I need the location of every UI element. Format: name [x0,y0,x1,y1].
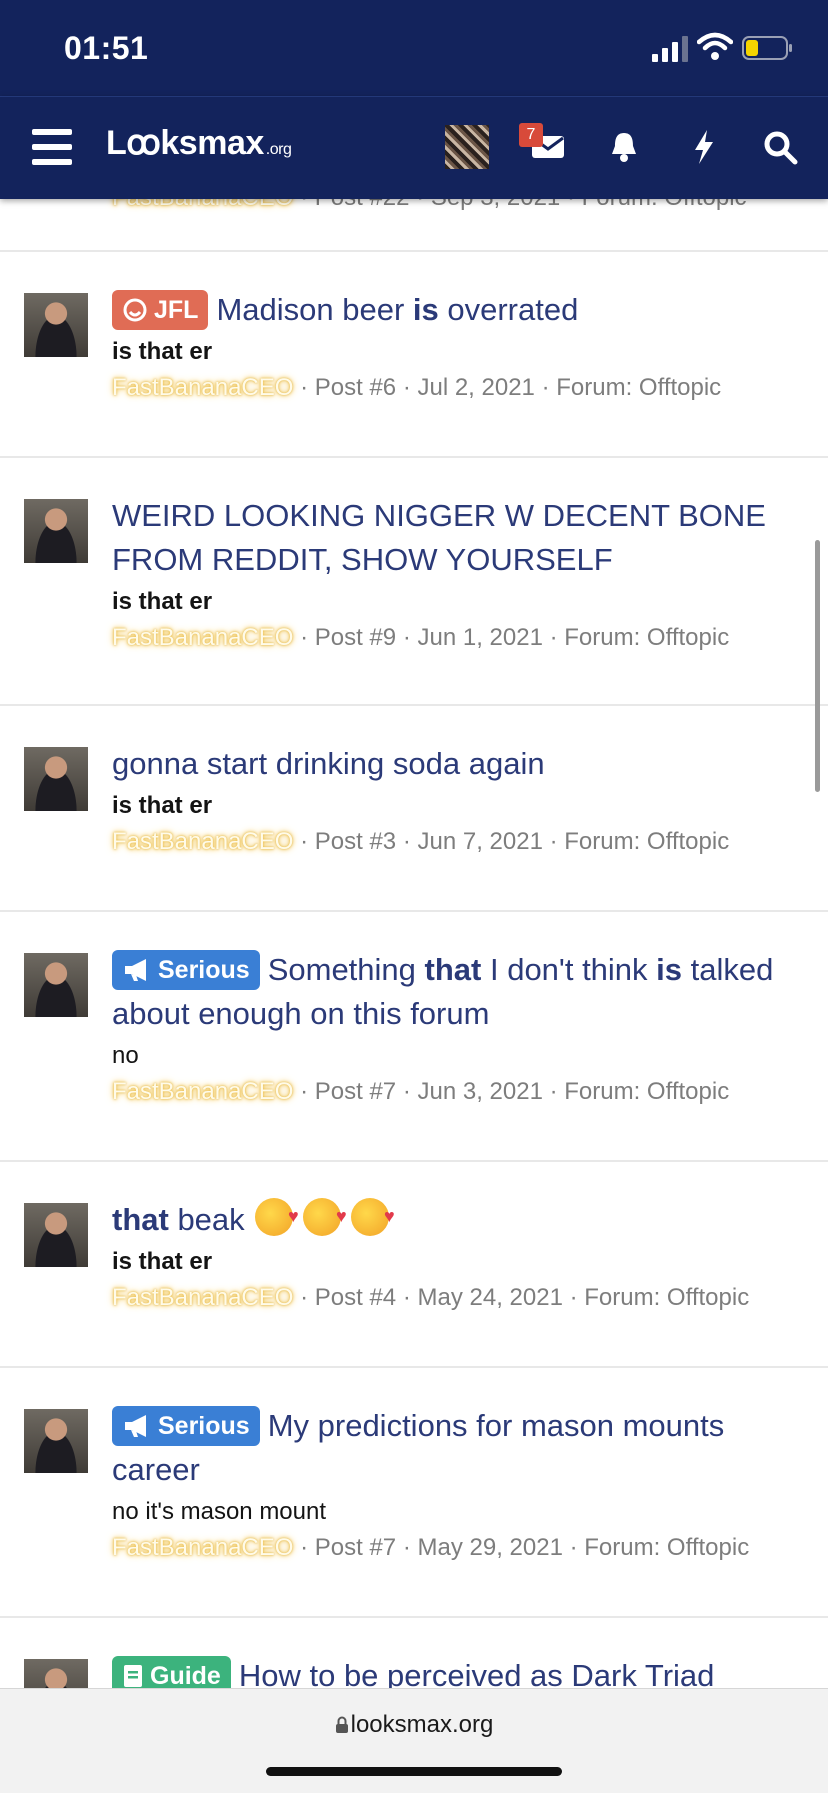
thread-title[interactable]: Serious My predictions for mason mounts c… [112,1404,798,1492]
post-date: Jul 2, 2021 [417,374,535,401]
avatar[interactable] [24,1409,88,1473]
author-link[interactable]: FastBananaCEO [112,1078,293,1105]
post-snippet: is that er [112,338,213,365]
logo-text: Lꝏksmax [106,124,264,162]
thread-title[interactable]: JFL Madison beer is overrated [112,288,798,332]
status-bar: 01:51 [0,0,828,96]
prefix-text: JFL [154,296,199,324]
notification-badge: 7 [519,123,543,147]
post-number[interactable]: Post #6 [315,374,396,401]
list-item[interactable]: that beak is that er FastBananaCEO · Pos… [0,1162,828,1368]
site-header: Lꝏksmax .org 7 [0,96,828,199]
post-snippet: is that er [112,792,213,819]
post-date: Jun 1, 2021 [417,624,543,651]
menu-icon[interactable] [32,129,72,165]
lock-icon [335,1716,348,1733]
author-link[interactable]: FastBananaCEO [112,374,293,401]
wifi-icon [697,32,733,60]
home-indicator[interactable] [266,1767,562,1776]
prefix-text: Guide [150,1662,221,1690]
avatar[interactable] [24,747,88,811]
laugh-icon [123,298,147,322]
list-item[interactable]: Serious Something that I don't think is t… [0,912,828,1162]
forum-link[interactable]: Forum: Offtopic [584,1534,749,1561]
list-item[interactable]: Serious My predictions for mason mounts c… [0,1368,828,1618]
thread-title[interactable]: that beak [112,1194,798,1242]
author-link[interactable]: FastBananaCEO [112,1534,293,1561]
thread-title[interactable]: WEIRD LOOKING NIGGER W DECENT BONE FROM … [112,494,798,582]
forum-link[interactable]: Forum: Offtopic [584,1284,749,1311]
avatar[interactable] [24,499,88,563]
battery-icon [742,36,792,60]
post-number[interactable]: Post #9 [315,624,396,651]
post-number[interactable]: Post #7 [315,1078,396,1105]
forum-link[interactable]: Forum: Offtopic [564,1078,729,1105]
cellular-signal-icon [652,36,688,62]
post-snippet: no it's mason mount [112,1498,327,1525]
post-date: May 24, 2021 [417,1284,563,1311]
author-link[interactable]: FastBananaCEO [112,624,293,651]
url-text: looksmax.org [350,1711,494,1738]
prefix-text: Serious [158,956,250,984]
smiling-face-with-hearts-icon [254,1194,299,1238]
post-date: May 29, 2021 [417,1534,563,1561]
list-item[interactable]: WEIRD LOOKING NIGGER W DECENT BONE FROM … [0,458,828,706]
megaphone-icon [125,1415,146,1437]
address-bar[interactable]: looksmax.org [0,1711,828,1739]
prefix-label: JFL [112,290,209,330]
author-link[interactable]: FastBananaCEO [112,1284,293,1311]
site-logo[interactable]: Lꝏksmax .org [106,123,292,163]
scrollbar[interactable] [815,540,820,792]
post-snippet: is that er [112,588,213,615]
user-avatar[interactable] [445,125,489,169]
book-icon [124,1665,142,1687]
clock: 01:51 [64,30,149,66]
post-snippet: no [112,1042,139,1069]
post-number[interactable]: Post #7 [315,1534,396,1561]
post-number[interactable]: Post #3 [315,828,396,855]
author-link[interactable]: FastBananaCEO [112,828,293,855]
avatar[interactable] [24,1203,88,1267]
thread-title[interactable]: Serious Something that I don't think is t… [112,948,798,1036]
prefix-text: Serious [158,1412,250,1440]
search-icon[interactable] [760,127,800,167]
smiling-face-with-hearts-icon [302,1194,347,1238]
list-item[interactable]: gonna start drinking soda again is that … [0,706,828,912]
post-snippet: is that er [112,1248,213,1275]
lightning-icon[interactable] [684,127,724,167]
forum-link[interactable]: Forum: Offtopic [564,624,729,651]
smiling-face-with-hearts-icon [350,1194,395,1238]
search-results: FastBananaCEO · Post #22 · Sep 3, 2021 ·… [0,160,828,1818]
forum-link[interactable]: Forum: Offtopic [564,828,729,855]
browser-toolbar: looksmax.org [0,1688,828,1793]
prefix-label: Serious [112,950,260,990]
logo-suffix: .org [265,141,292,158]
post-date: Jun 7, 2021 [417,828,543,855]
post-number[interactable]: Post #4 [315,1284,396,1311]
megaphone-icon [125,959,146,981]
avatar[interactable] [24,953,88,1017]
prefix-label: Serious [112,1406,260,1446]
list-item[interactable]: JFL Madison beer is overrated is that er … [0,252,828,458]
avatar[interactable] [24,293,88,357]
bell-icon[interactable] [604,127,644,167]
thread-title[interactable]: gonna start drinking soda again [112,742,798,786]
post-date: Jun 3, 2021 [417,1078,543,1105]
forum-link[interactable]: Forum: Offtopic [556,374,721,401]
